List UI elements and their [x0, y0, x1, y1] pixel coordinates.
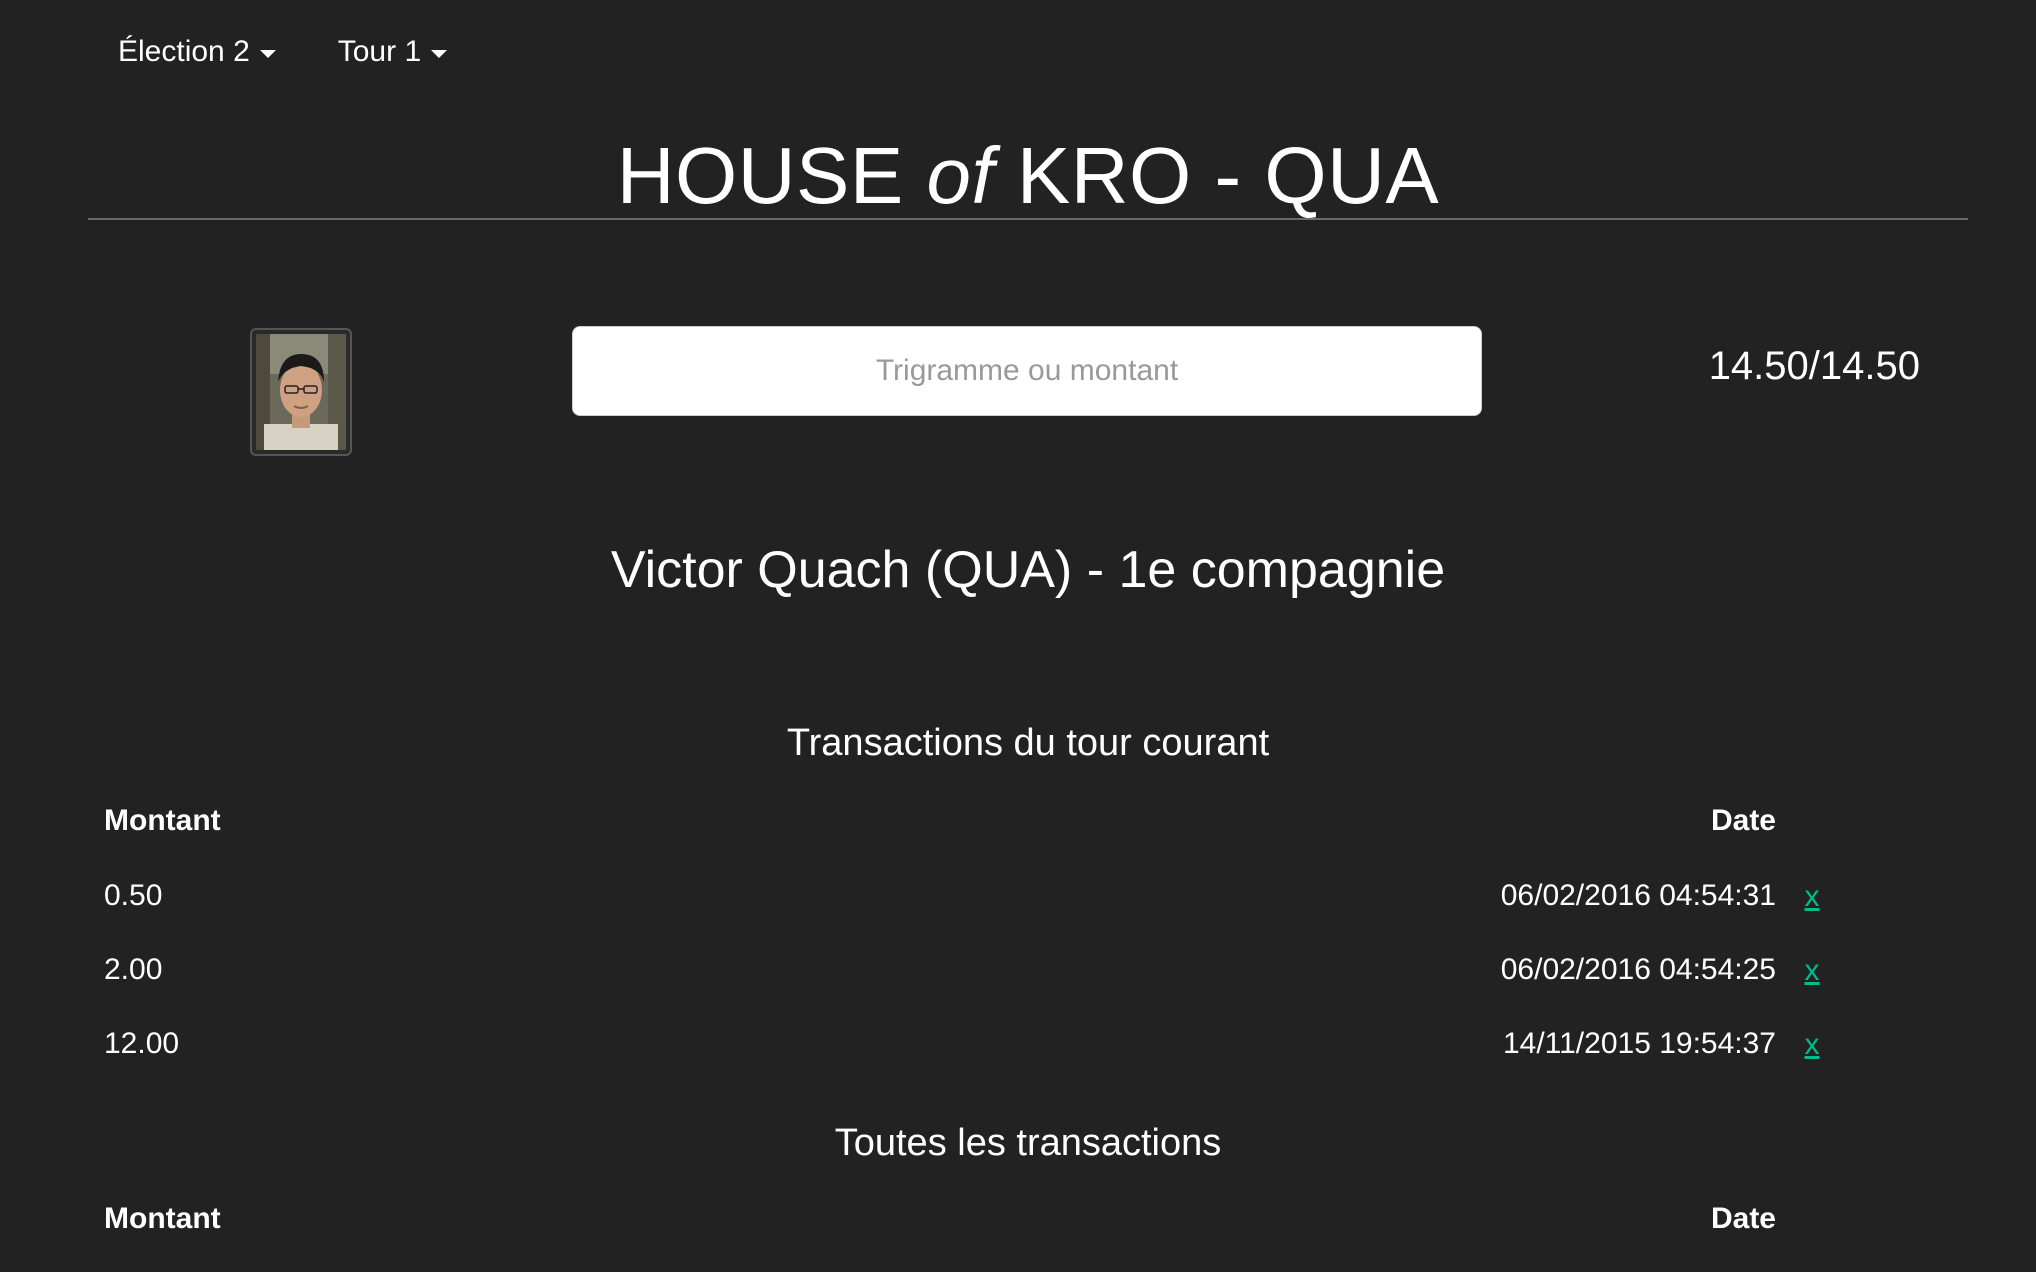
transaction-date: 06/02/2016 04:54:25 — [1500, 953, 1776, 986]
table-row: 0.50 06/02/2016 04:54:31 x — [104, 866, 1824, 926]
election-dropdown[interactable]: Élection 2 — [118, 35, 276, 69]
column-header-date: Date — [1710, 804, 1776, 837]
page-title-part1: HOUSE — [616, 131, 927, 220]
round-dropdown-label: Tour 1 — [337, 35, 422, 68]
page-title-of: of — [926, 131, 995, 220]
transaction-date: 06/02/2016 04:54:31 — [1500, 879, 1776, 912]
title-divider — [88, 218, 1968, 220]
current-round-title: Transactions du tour courant — [786, 722, 1270, 764]
table-row: 12.00 14/11/2015 19:54:37 x — [104, 1014, 1824, 1074]
all-transactions-title: Toutes les transactions — [834, 1122, 1222, 1164]
search-input[interactable] — [572, 326, 1482, 416]
transaction-amount: 12.00 — [104, 1027, 180, 1060]
person-photo-icon — [256, 334, 346, 450]
transaction-date: 14/11/2015 19:54:37 — [1502, 1027, 1776, 1060]
column-header-amount: Montant — [104, 804, 221, 837]
election-dropdown-label: Élection 2 — [118, 35, 250, 68]
table-row: 2.00 06/02/2016 04:54:25 x — [104, 940, 1824, 1000]
top-navbar: Élection 2 Tour 1 — [118, 28, 509, 76]
chevron-down-icon — [431, 50, 448, 58]
chevron-down-icon — [259, 50, 276, 58]
current-round-table-header: Montant Date — [104, 796, 1776, 846]
customer-name: Victor Quach (QUA) - 1e compagnie — [610, 541, 1446, 599]
balance-display: 14.50/14.50 — [1708, 344, 1920, 388]
column-header-date: Date — [1710, 1202, 1776, 1235]
page-title-part2: KRO - QUA — [994, 131, 1440, 220]
avatar-photo — [256, 334, 346, 450]
transaction-amount: 2.00 — [104, 953, 163, 986]
column-header-amount: Montant — [104, 1202, 221, 1235]
delete-transaction-link[interactable]: x — [1800, 866, 1824, 928]
delete-transaction-link[interactable]: x — [1800, 940, 1824, 1002]
round-dropdown[interactable]: Tour 1 — [337, 35, 448, 69]
customer-avatar — [250, 328, 352, 456]
delete-transaction-link[interactable]: x — [1800, 1014, 1824, 1076]
page-title: HOUSE of KRO - QUA — [0, 128, 2036, 224]
transaction-amount: 0.50 — [104, 879, 163, 912]
all-transactions-table-header: Montant Date — [104, 1194, 1776, 1244]
